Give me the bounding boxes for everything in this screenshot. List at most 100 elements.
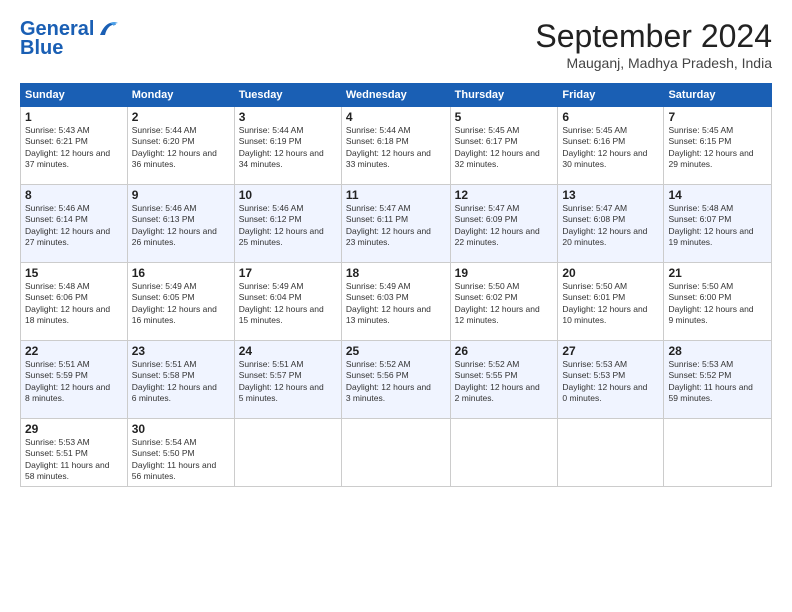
day-number: 20 bbox=[562, 266, 659, 280]
day-number: 15 bbox=[25, 266, 123, 280]
location: Mauganj, Madhya Pradesh, India bbox=[535, 55, 772, 71]
day-info: Sunrise: 5:50 AM Sunset: 6:01 PM Dayligh… bbox=[562, 281, 659, 327]
day-number: 26 bbox=[455, 344, 554, 358]
col-wednesday: Wednesday bbox=[341, 84, 450, 107]
logo-bird-icon bbox=[96, 21, 118, 39]
day-info: Sunrise: 5:45 AM Sunset: 6:15 PM Dayligh… bbox=[668, 125, 767, 171]
calendar-cell: 24 Sunrise: 5:51 AM Sunset: 5:57 PM Dayl… bbox=[234, 341, 341, 419]
month-title: September 2024 bbox=[535, 18, 772, 55]
day-info: Sunrise: 5:53 AM Sunset: 5:53 PM Dayligh… bbox=[562, 359, 659, 405]
logo: General Blue bbox=[20, 18, 118, 60]
day-number: 6 bbox=[562, 110, 659, 124]
day-number: 19 bbox=[455, 266, 554, 280]
day-number: 25 bbox=[346, 344, 446, 358]
calendar-cell bbox=[558, 419, 664, 487]
calendar-cell: 19 Sunrise: 5:50 AM Sunset: 6:02 PM Dayl… bbox=[450, 263, 558, 341]
page: General Blue September 2024 Mauganj, Mad… bbox=[0, 0, 792, 497]
calendar-cell: 14 Sunrise: 5:48 AM Sunset: 6:07 PM Dayl… bbox=[664, 185, 772, 263]
day-number: 9 bbox=[132, 188, 230, 202]
calendar-cell: 1 Sunrise: 5:43 AM Sunset: 6:21 PM Dayli… bbox=[21, 107, 128, 185]
day-info: Sunrise: 5:44 AM Sunset: 6:19 PM Dayligh… bbox=[239, 125, 337, 171]
col-monday: Monday bbox=[127, 84, 234, 107]
day-number: 21 bbox=[668, 266, 767, 280]
header: General Blue September 2024 Mauganj, Mad… bbox=[20, 18, 772, 71]
day-info: Sunrise: 5:52 AM Sunset: 5:55 PM Dayligh… bbox=[455, 359, 554, 405]
day-info: Sunrise: 5:49 AM Sunset: 6:03 PM Dayligh… bbox=[346, 281, 446, 327]
logo-blue: Blue bbox=[20, 37, 63, 60]
col-sunday: Sunday bbox=[21, 84, 128, 107]
calendar-header-row: Sunday Monday Tuesday Wednesday Thursday… bbox=[21, 84, 772, 107]
day-number: 2 bbox=[132, 110, 230, 124]
calendar-cell: 13 Sunrise: 5:47 AM Sunset: 6:08 PM Dayl… bbox=[558, 185, 664, 263]
day-info: Sunrise: 5:44 AM Sunset: 6:18 PM Dayligh… bbox=[346, 125, 446, 171]
calendar-cell: 26 Sunrise: 5:52 AM Sunset: 5:55 PM Dayl… bbox=[450, 341, 558, 419]
calendar-row: 22 Sunrise: 5:51 AM Sunset: 5:59 PM Dayl… bbox=[21, 341, 772, 419]
day-info: Sunrise: 5:50 AM Sunset: 6:02 PM Dayligh… bbox=[455, 281, 554, 327]
day-info: Sunrise: 5:47 AM Sunset: 6:08 PM Dayligh… bbox=[562, 203, 659, 249]
calendar-cell bbox=[234, 419, 341, 487]
day-number: 4 bbox=[346, 110, 446, 124]
col-tuesday: Tuesday bbox=[234, 84, 341, 107]
calendar-cell: 15 Sunrise: 5:48 AM Sunset: 6:06 PM Dayl… bbox=[21, 263, 128, 341]
day-number: 22 bbox=[25, 344, 123, 358]
calendar-cell: 12 Sunrise: 5:47 AM Sunset: 6:09 PM Dayl… bbox=[450, 185, 558, 263]
day-info: Sunrise: 5:45 AM Sunset: 6:16 PM Dayligh… bbox=[562, 125, 659, 171]
calendar-cell: 2 Sunrise: 5:44 AM Sunset: 6:20 PM Dayli… bbox=[127, 107, 234, 185]
day-info: Sunrise: 5:47 AM Sunset: 6:09 PM Dayligh… bbox=[455, 203, 554, 249]
day-info: Sunrise: 5:50 AM Sunset: 6:00 PM Dayligh… bbox=[668, 281, 767, 327]
day-info: Sunrise: 5:53 AM Sunset: 5:51 PM Dayligh… bbox=[25, 437, 123, 483]
day-number: 3 bbox=[239, 110, 337, 124]
day-info: Sunrise: 5:51 AM Sunset: 5:57 PM Dayligh… bbox=[239, 359, 337, 405]
col-friday: Friday bbox=[558, 84, 664, 107]
day-number: 7 bbox=[668, 110, 767, 124]
day-number: 27 bbox=[562, 344, 659, 358]
calendar-cell: 22 Sunrise: 5:51 AM Sunset: 5:59 PM Dayl… bbox=[21, 341, 128, 419]
calendar-cell: 5 Sunrise: 5:45 AM Sunset: 6:17 PM Dayli… bbox=[450, 107, 558, 185]
day-number: 24 bbox=[239, 344, 337, 358]
day-info: Sunrise: 5:47 AM Sunset: 6:11 PM Dayligh… bbox=[346, 203, 446, 249]
day-number: 30 bbox=[132, 422, 230, 436]
day-info: Sunrise: 5:46 AM Sunset: 6:13 PM Dayligh… bbox=[132, 203, 230, 249]
day-info: Sunrise: 5:46 AM Sunset: 6:12 PM Dayligh… bbox=[239, 203, 337, 249]
calendar-cell: 10 Sunrise: 5:46 AM Sunset: 6:12 PM Dayl… bbox=[234, 185, 341, 263]
calendar-cell: 8 Sunrise: 5:46 AM Sunset: 6:14 PM Dayli… bbox=[21, 185, 128, 263]
day-number: 12 bbox=[455, 188, 554, 202]
calendar-cell: 17 Sunrise: 5:49 AM Sunset: 6:04 PM Dayl… bbox=[234, 263, 341, 341]
calendar-cell: 18 Sunrise: 5:49 AM Sunset: 6:03 PM Dayl… bbox=[341, 263, 450, 341]
day-info: Sunrise: 5:46 AM Sunset: 6:14 PM Dayligh… bbox=[25, 203, 123, 249]
calendar-cell: 23 Sunrise: 5:51 AM Sunset: 5:58 PM Dayl… bbox=[127, 341, 234, 419]
day-number: 23 bbox=[132, 344, 230, 358]
day-number: 1 bbox=[25, 110, 123, 124]
day-number: 18 bbox=[346, 266, 446, 280]
calendar-row: 15 Sunrise: 5:48 AM Sunset: 6:06 PM Dayl… bbox=[21, 263, 772, 341]
calendar-cell: 27 Sunrise: 5:53 AM Sunset: 5:53 PM Dayl… bbox=[558, 341, 664, 419]
day-number: 29 bbox=[25, 422, 123, 436]
calendar-table: Sunday Monday Tuesday Wednesday Thursday… bbox=[20, 83, 772, 487]
col-thursday: Thursday bbox=[450, 84, 558, 107]
day-info: Sunrise: 5:48 AM Sunset: 6:06 PM Dayligh… bbox=[25, 281, 123, 327]
day-info: Sunrise: 5:44 AM Sunset: 6:20 PM Dayligh… bbox=[132, 125, 230, 171]
day-number: 17 bbox=[239, 266, 337, 280]
calendar-cell: 20 Sunrise: 5:50 AM Sunset: 6:01 PM Dayl… bbox=[558, 263, 664, 341]
calendar-cell: 3 Sunrise: 5:44 AM Sunset: 6:19 PM Dayli… bbox=[234, 107, 341, 185]
day-info: Sunrise: 5:43 AM Sunset: 6:21 PM Dayligh… bbox=[25, 125, 123, 171]
day-info: Sunrise: 5:51 AM Sunset: 5:58 PM Dayligh… bbox=[132, 359, 230, 405]
day-number: 11 bbox=[346, 188, 446, 202]
calendar-cell: 21 Sunrise: 5:50 AM Sunset: 6:00 PM Dayl… bbox=[664, 263, 772, 341]
calendar-cell: 28 Sunrise: 5:53 AM Sunset: 5:52 PM Dayl… bbox=[664, 341, 772, 419]
day-number: 28 bbox=[668, 344, 767, 358]
calendar-cell bbox=[341, 419, 450, 487]
calendar-cell: 9 Sunrise: 5:46 AM Sunset: 6:13 PM Dayli… bbox=[127, 185, 234, 263]
day-info: Sunrise: 5:54 AM Sunset: 5:50 PM Dayligh… bbox=[132, 437, 230, 483]
day-number: 8 bbox=[25, 188, 123, 202]
calendar-row: 29 Sunrise: 5:53 AM Sunset: 5:51 PM Dayl… bbox=[21, 419, 772, 487]
calendar-cell bbox=[450, 419, 558, 487]
day-info: Sunrise: 5:49 AM Sunset: 6:05 PM Dayligh… bbox=[132, 281, 230, 327]
day-info: Sunrise: 5:53 AM Sunset: 5:52 PM Dayligh… bbox=[668, 359, 767, 405]
day-info: Sunrise: 5:51 AM Sunset: 5:59 PM Dayligh… bbox=[25, 359, 123, 405]
day-number: 16 bbox=[132, 266, 230, 280]
day-info: Sunrise: 5:48 AM Sunset: 6:07 PM Dayligh… bbox=[668, 203, 767, 249]
calendar-cell: 30 Sunrise: 5:54 AM Sunset: 5:50 PM Dayl… bbox=[127, 419, 234, 487]
calendar-cell: 4 Sunrise: 5:44 AM Sunset: 6:18 PM Dayli… bbox=[341, 107, 450, 185]
day-info: Sunrise: 5:49 AM Sunset: 6:04 PM Dayligh… bbox=[239, 281, 337, 327]
